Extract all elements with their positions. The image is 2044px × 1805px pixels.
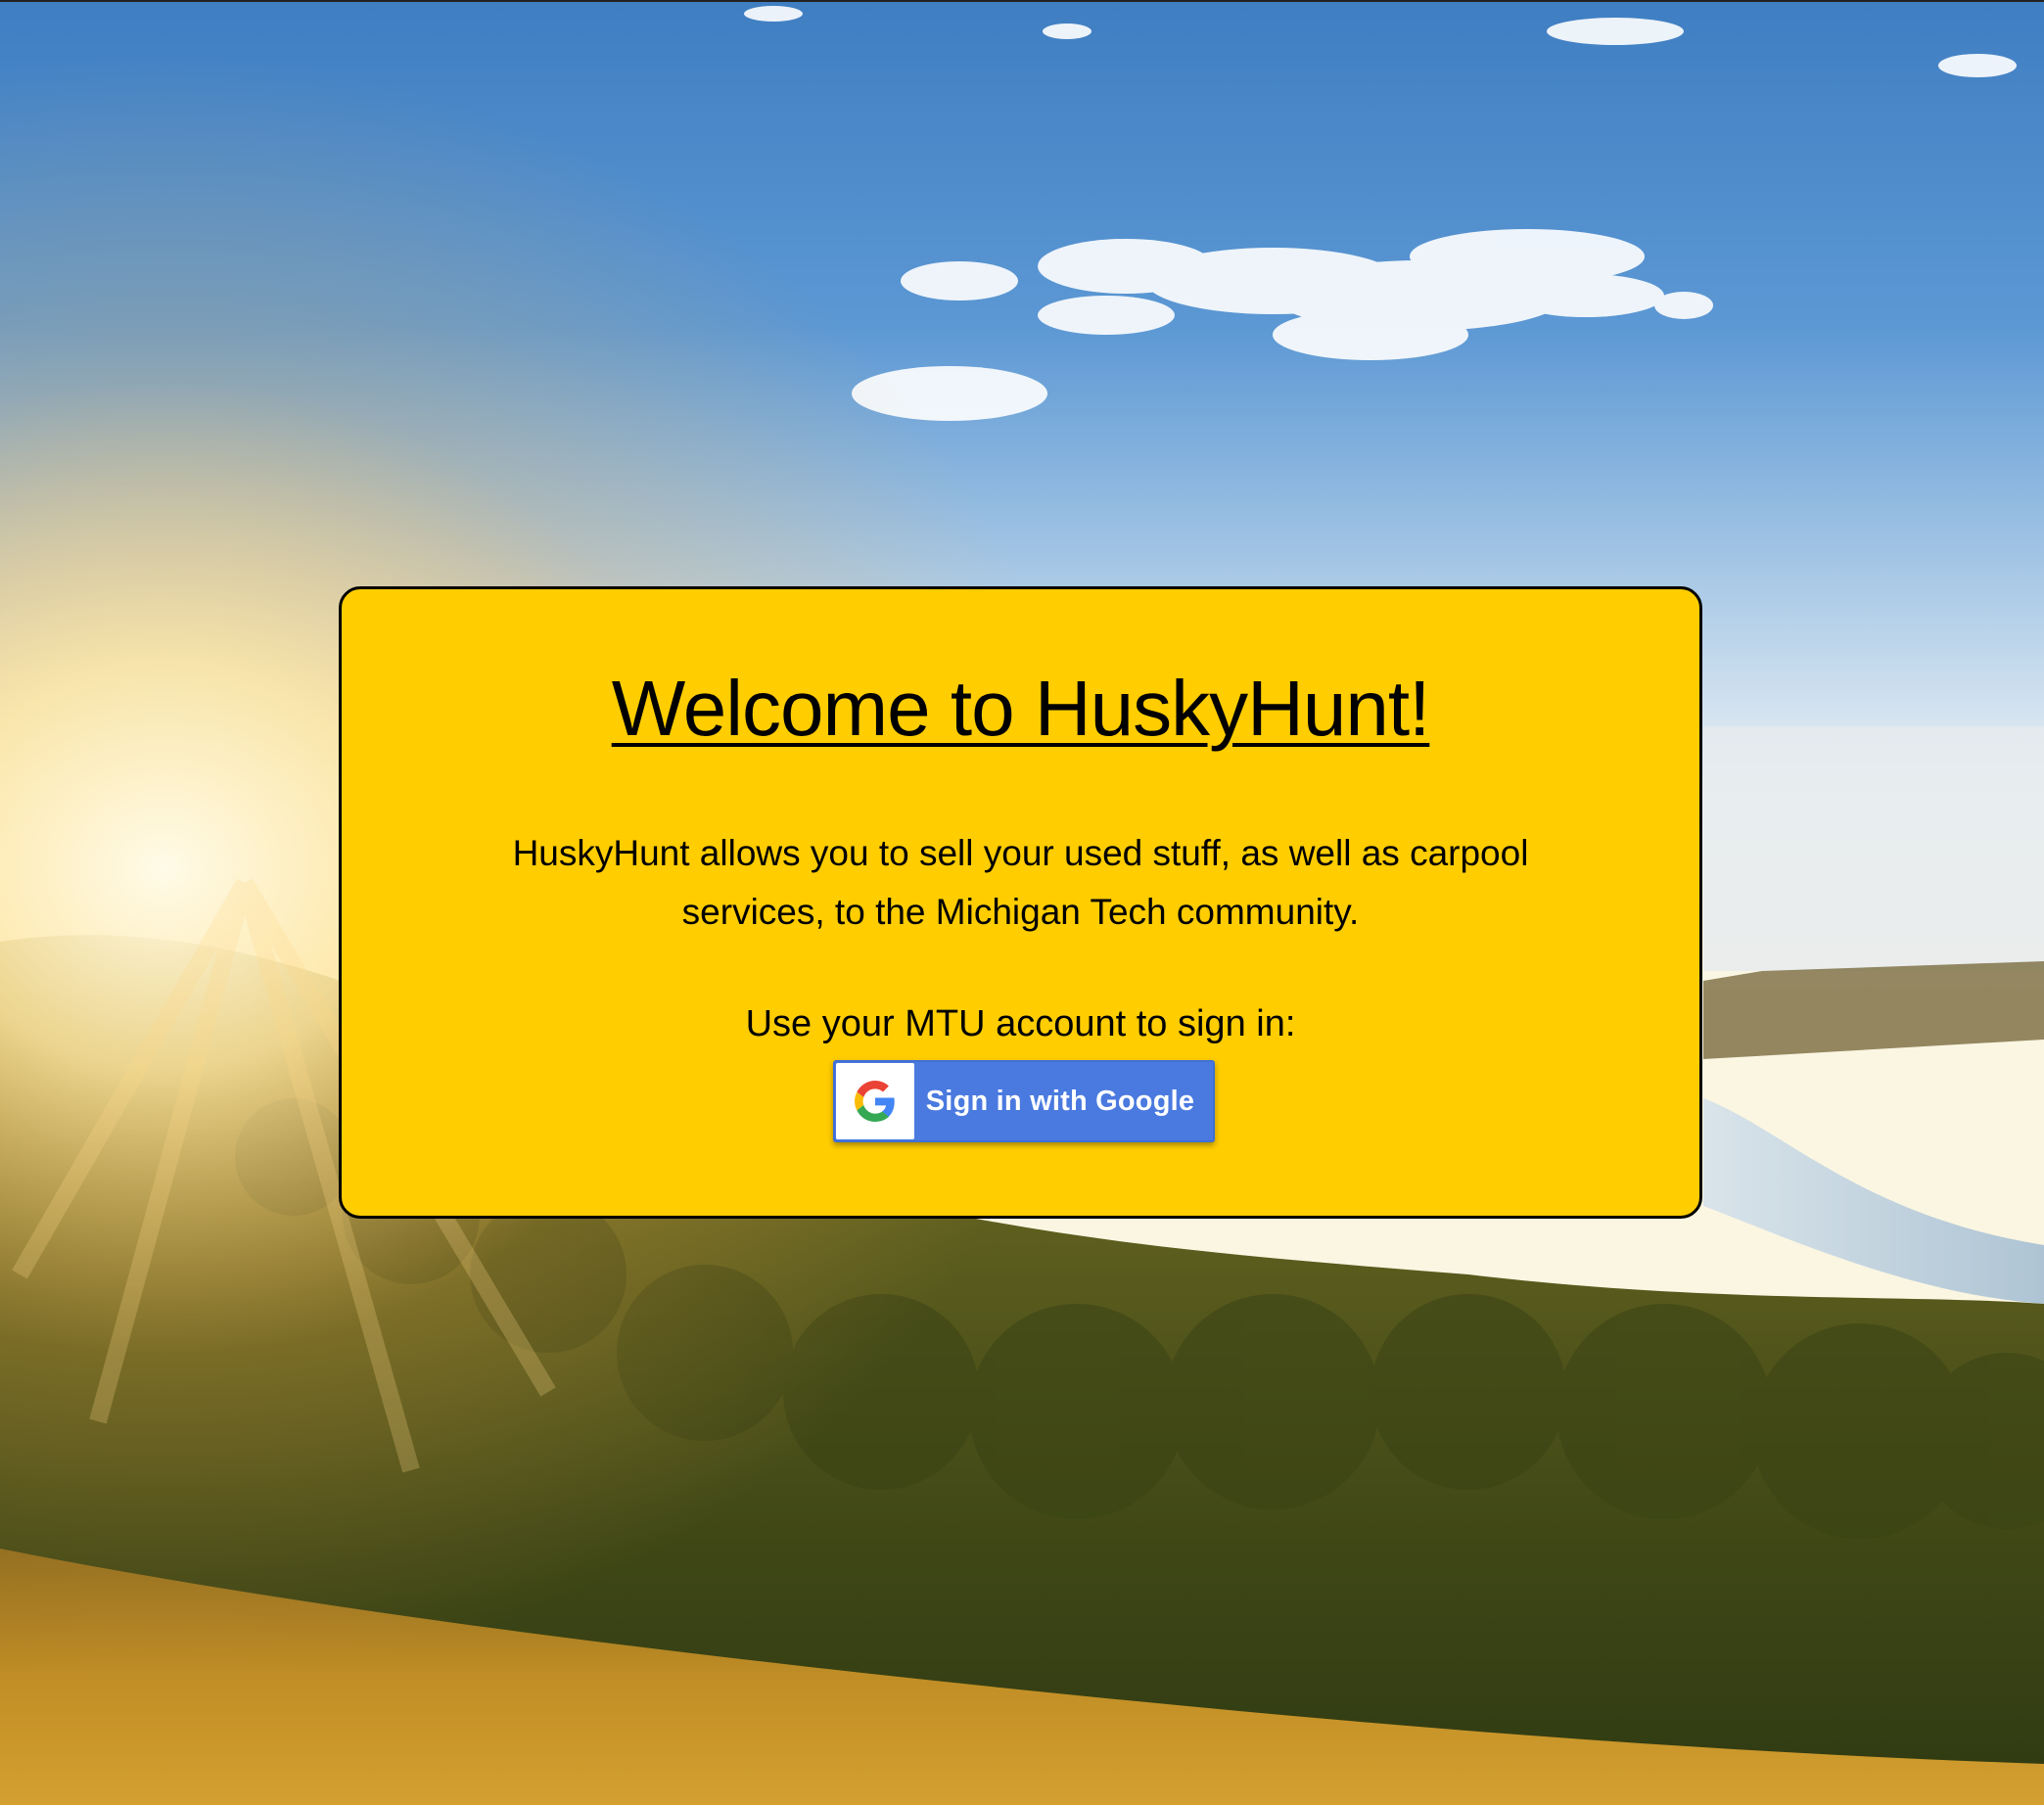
google-signin-button[interactable]: Sign in with Google: [833, 1060, 1215, 1142]
app-description: HuskyHunt allows you to sell your used s…: [512, 833, 1529, 932]
google-g-icon: [836, 1063, 914, 1139]
welcome-card: Welcome to HuskyHunt! HuskyHunt allows y…: [339, 586, 1702, 1219]
google-signin-label: Sign in with Google: [925, 1085, 1195, 1117]
page-title: Welcome to HuskyHunt!: [611, 665, 1431, 752]
signin-prompt: Use your MTU account to sign in:: [745, 1003, 1296, 1044]
